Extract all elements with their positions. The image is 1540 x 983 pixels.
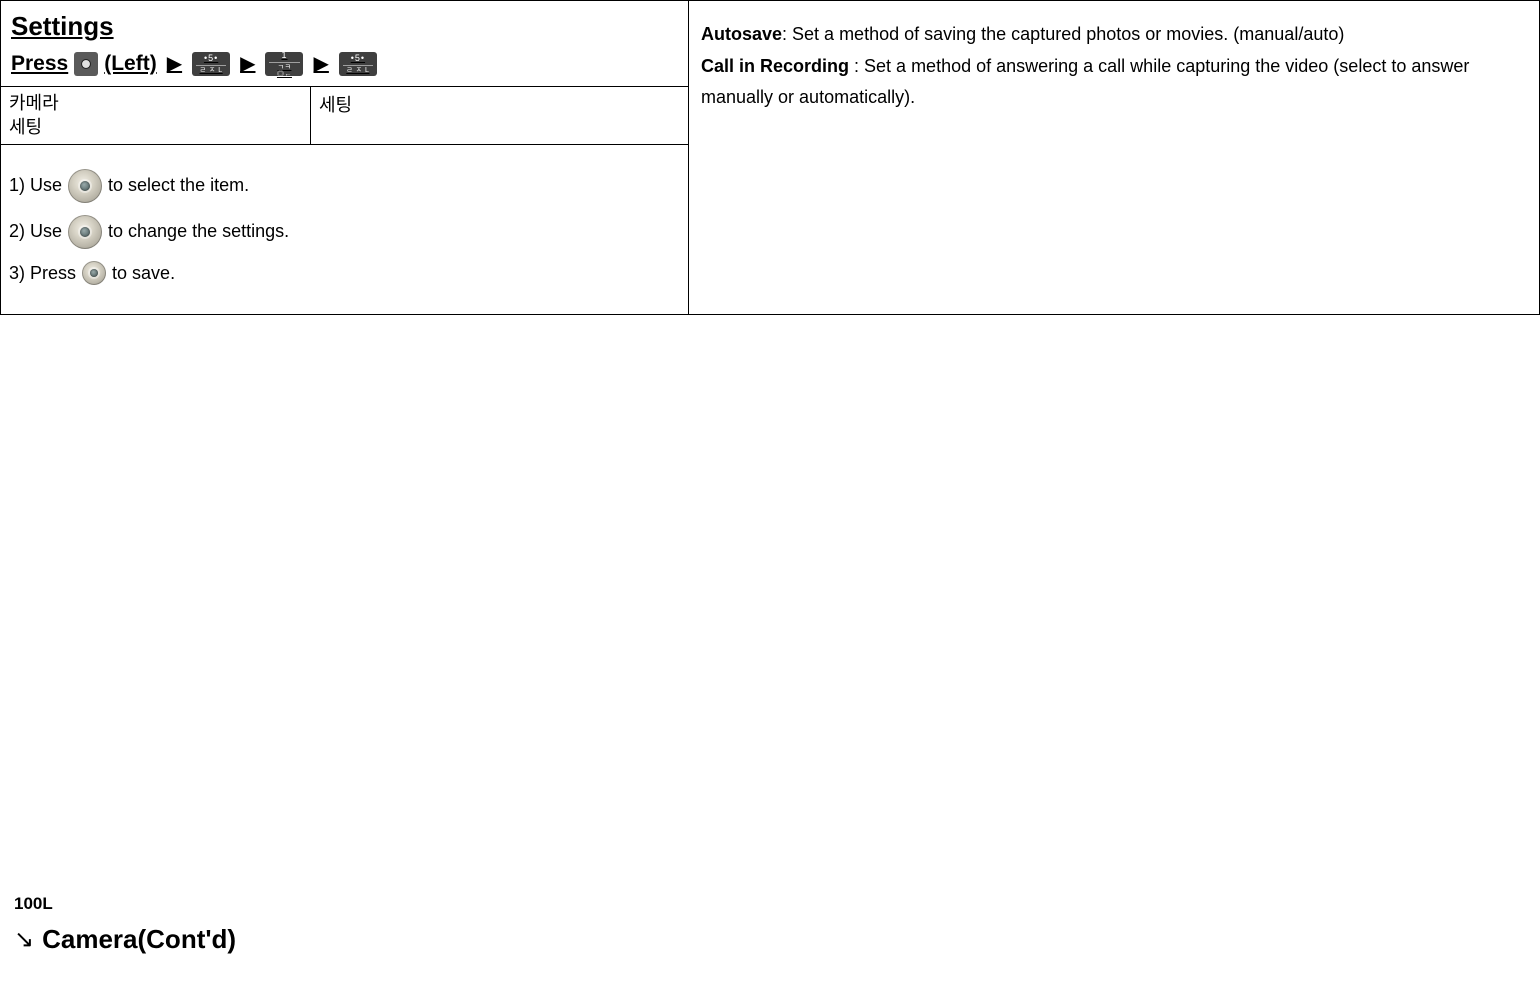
page-number: 100L xyxy=(14,894,236,914)
continued-text: Camera(Cont'd) xyxy=(42,924,236,955)
sub-table-col1-line2: 세팅 xyxy=(9,115,302,139)
page-footer: 100L ↘ Camera(Cont'd) xyxy=(14,894,236,955)
step-prefix: 1) Use xyxy=(9,173,62,198)
keypad-1-icon: 1ㄱㅋ ◎← xyxy=(265,52,303,76)
step-3: 3) Press to save. xyxy=(9,261,680,286)
sub-table: 카메라 세팅 세팅 xyxy=(1,86,688,145)
camera-key-icon xyxy=(74,52,98,76)
continued-heading: ↘ Camera(Cont'd) xyxy=(14,924,236,955)
arrow-down-right-icon: ↘ xyxy=(14,925,34,954)
autosave-text: : Set a method of saving the captured ph… xyxy=(782,24,1344,44)
nav-center-icon xyxy=(82,261,106,285)
press-sequence: Press (Left) ▶ •5•ㄹ ㅈ L ▶ 1ㄱㅋ ◎← ▶ •5•ㄹ … xyxy=(1,46,688,86)
arrow-right-icon: ▶ xyxy=(240,54,255,74)
steps-list: 1) Use to select the item. 2) Use to cha… xyxy=(1,145,688,314)
autosave-label: Autosave xyxy=(701,24,782,44)
keypad-5-icon: •5•ㄹ ㅈ L xyxy=(339,52,377,76)
callrec-label: Call in Recording xyxy=(701,56,849,76)
nav-wheel-icon xyxy=(68,215,102,249)
arrow-right-icon: ▶ xyxy=(167,54,182,74)
press-prefix: Press xyxy=(11,52,68,76)
section-title: Settings xyxy=(1,1,688,46)
content-table: Settings Press (Left) ▶ •5•ㄹ ㅈ L ▶ 1ㄱㅋ ◎… xyxy=(0,0,1540,315)
keypad-5-icon: •5•ㄹ ㅈ L xyxy=(192,52,230,76)
step-suffix: to save. xyxy=(112,261,175,286)
right-column: Autosave: Set a method of saving the cap… xyxy=(689,1,1539,314)
step-prefix: 2) Use xyxy=(9,219,62,244)
step-suffix: to select the item. xyxy=(108,173,249,198)
nav-wheel-icon xyxy=(68,169,102,203)
left-column: Settings Press (Left) ▶ •5•ㄹ ㅈ L ▶ 1ㄱㅋ ◎… xyxy=(1,1,689,314)
callrec-row: Call in Recording : Set a method of answ… xyxy=(701,51,1523,114)
step-2: 2) Use to change the settings. xyxy=(9,215,680,249)
step-suffix: to change the settings. xyxy=(108,219,289,244)
sub-table-col1: 카메라 세팅 xyxy=(1,87,311,144)
sub-table-col1-line1: 카메라 xyxy=(9,91,302,115)
step-1: 1) Use to select the item. xyxy=(9,169,680,203)
step-prefix: 3) Press xyxy=(9,261,76,286)
sub-table-col2: 세팅 xyxy=(311,87,688,144)
autosave-row: Autosave: Set a method of saving the cap… xyxy=(701,19,1523,51)
arrow-right-icon: ▶ xyxy=(313,54,328,74)
press-suffix: (Left) xyxy=(104,52,156,76)
